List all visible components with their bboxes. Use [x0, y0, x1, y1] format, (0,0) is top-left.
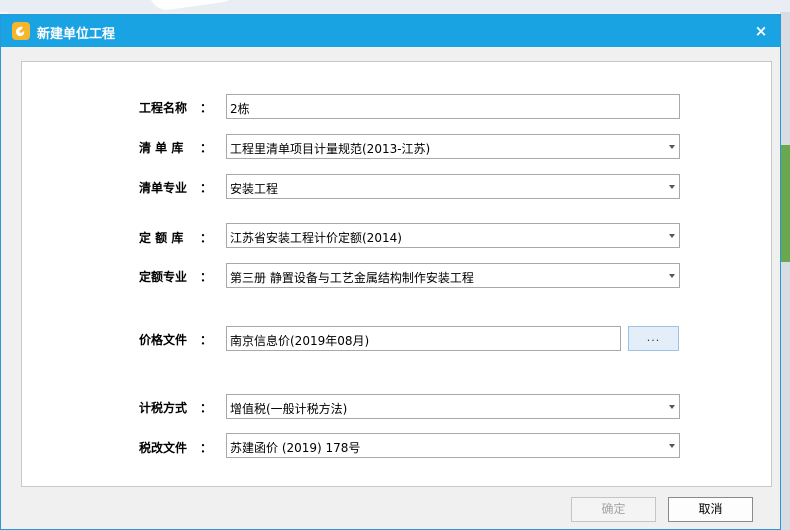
- tax-method-select[interactable]: 增值税(一般计税方法): [226, 394, 680, 419]
- new-unit-project-dialog: 新建单位工程 × 工程名称： 2栋 清 单 库： 工程里清单项目计量规范(201…: [0, 14, 781, 530]
- chevron-down-icon: [669, 274, 675, 278]
- chevron-down-icon: [669, 185, 675, 189]
- tax-reform-file-select[interactable]: 苏建函价 (2019) 178号: [226, 433, 680, 458]
- app-logo-icon: [12, 22, 30, 40]
- close-button[interactable]: ×: [749, 19, 773, 43]
- background-green-block: [781, 145, 790, 205]
- dialog-titlebar[interactable]: 新建单位工程 ×: [1, 15, 780, 47]
- quota-library-select[interactable]: 江苏省安装工程计价定额(2014): [226, 223, 680, 248]
- tax-method-value: 增值税(一般计税方法): [230, 402, 348, 416]
- price-file-input[interactable]: 南京信息价(2019年08月): [226, 326, 621, 351]
- background-window-strip: [0, 0, 790, 12]
- price-file-label: 价格文件：: [139, 333, 213, 347]
- list-library-label: 清 单 库：: [139, 141, 213, 155]
- chevron-down-icon: [669, 145, 675, 149]
- chevron-down-icon: [669, 405, 675, 409]
- list-library-value: 工程里清单项目计量规范(2013-江苏): [230, 142, 431, 156]
- quota-library-label: 定 额 库：: [139, 231, 213, 245]
- tax-reform-file-label: 税改文件：: [139, 441, 213, 455]
- project-name-label: 工程名称：: [139, 101, 213, 115]
- quota-major-select[interactable]: 第三册 静置设备与工艺金属结构制作安装工程: [226, 263, 680, 288]
- background-green-block: [781, 202, 790, 262]
- background-right-panel: [780, 12, 790, 530]
- list-major-value: 安装工程: [230, 182, 279, 196]
- ok-button[interactable]: 确定: [571, 497, 656, 522]
- project-name-input[interactable]: 2栋: [226, 94, 680, 119]
- quota-library-value: 江苏省安装工程计价定额(2014): [230, 231, 402, 245]
- list-library-select[interactable]: 工程里清单项目计量规范(2013-江苏): [226, 134, 680, 159]
- project-name-value: 2栋: [230, 102, 250, 116]
- cancel-button[interactable]: 取消: [668, 497, 753, 522]
- price-file-value: 南京信息价(2019年08月): [230, 334, 370, 348]
- chevron-down-icon: [669, 234, 675, 238]
- dialog-title: 新建单位工程: [37, 27, 116, 42]
- quota-major-label: 定额专业：: [139, 270, 213, 284]
- browse-price-file-button[interactable]: ...: [628, 326, 679, 351]
- tax-reform-file-value: 苏建函价 (2019) 178号: [230, 441, 361, 455]
- list-major-label: 清单专业：: [139, 181, 213, 195]
- quota-major-value: 第三册 静置设备与工艺金属结构制作安装工程: [230, 271, 474, 285]
- chevron-down-icon: [669, 444, 675, 448]
- list-major-select[interactable]: 安装工程: [226, 174, 680, 199]
- tax-method-label: 计税方式：: [139, 401, 213, 415]
